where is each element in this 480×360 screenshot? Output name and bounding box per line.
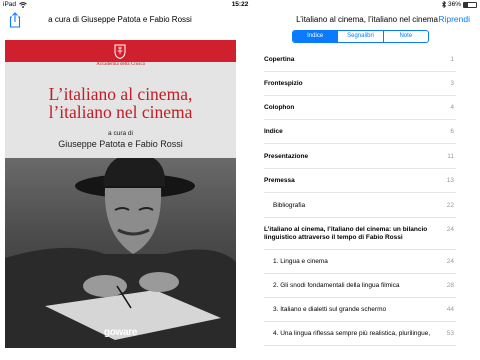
resume-button[interactable]: Riprendi	[438, 14, 470, 24]
toc-item[interactable]: L’italiano al cinema, l’italiano del cin…	[264, 218, 456, 250]
toc-page-number: 53	[446, 330, 454, 337]
toc-page-number: 3	[450, 80, 454, 87]
toc-page-number: 11	[447, 153, 454, 160]
toc-item-label: 2. Gli snodi fondamentali della lingua f…	[273, 282, 400, 289]
cover-title-line-2: l’italiano nel cinema	[48, 102, 193, 122]
toc-page-number: 1	[450, 56, 454, 63]
book-subtitle: a cura di Giuseppe Patota e Fabio Rossi	[48, 15, 192, 24]
cover-photo: goware	[5, 158, 236, 348]
cover-title-line-1: L’italiano al cinema,	[48, 84, 193, 104]
cover-title: L’italiano al cinema, l’italiano nel cin…	[5, 85, 236, 121]
battery-icon	[463, 1, 477, 8]
toc-item-label: L’italiano al cinema, l’italiano del cin…	[264, 226, 428, 241]
toc-subitem[interactable]: 2. Gli snodi fondamentali della lingua f…	[264, 274, 456, 298]
cover-authors: Giuseppe Patota e Fabio Rossi	[58, 139, 183, 149]
tab-index[interactable]: Indice	[293, 31, 339, 42]
toc-item[interactable]: Indice 6	[264, 120, 456, 144]
toc-item-label: Colophon	[264, 104, 295, 111]
toc-page-number: 6	[450, 128, 454, 135]
academy-name: Accademia della Crusca	[96, 62, 145, 67]
man-with-hat-image	[5, 158, 236, 348]
battery-percent: 36%	[447, 1, 461, 8]
table-of-contents: Copertina 1 Frontespizio 3 Colophon 4 Indic…	[264, 48, 456, 346]
right-nav-bar: L’italiano al cinema, l’italiano nel cin…	[240, 10, 480, 30]
cover-red-band: Accademia della Crusca	[5, 40, 236, 67]
toc-page-number: 22	[446, 202, 454, 209]
status-bar: iPad 15:22 36%	[0, 0, 480, 10]
clock: 15:22	[231, 1, 249, 8]
view-segmented-control: Indice Segnalibri Note	[292, 30, 429, 43]
bluetooth-icon	[442, 1, 446, 8]
cover-editors-prefix: a cura di	[108, 130, 133, 137]
toc-page-number: 24	[446, 226, 454, 233]
cover-pane: a cura di Giuseppe Patota e Fabio Rossi …	[0, 10, 240, 360]
toc-page-number: 4	[450, 104, 454, 111]
toc-item-label: Copertina	[264, 56, 295, 63]
toc-page-number: 44	[446, 306, 454, 313]
left-nav-bar: a cura di Giuseppe Patota e Fabio Rossi	[0, 10, 240, 30]
toc-item-label: Presentazione	[264, 153, 309, 160]
toc-item[interactable]: Copertina 1	[264, 48, 456, 72]
book-cover[interactable]: Accademia della Crusca L’italiano al cin…	[5, 40, 236, 348]
contents-pane: L’italiano al cinema, l’italiano nel cin…	[240, 10, 480, 360]
toc-page-number: 24	[446, 258, 454, 265]
toc-item-label: Bibliografia	[273, 202, 306, 209]
crusca-crest-icon	[114, 44, 126, 59]
toc-item-label: 1. Lingua e cinema	[273, 258, 328, 265]
toc-subitem[interactable]: Bibliografia 22	[264, 193, 456, 218]
toc-item-label: 4. Una lingua riflessa sempre più realis…	[273, 330, 431, 337]
toc-item-label: Indice	[264, 128, 283, 135]
toc-page-number: 13	[446, 177, 454, 184]
toc-item[interactable]: Frontespizio 3	[264, 72, 456, 96]
tab-notes[interactable]: Note	[384, 31, 428, 42]
toc-item[interactable]: Premessa 13	[264, 169, 456, 193]
publisher-logo: goware	[103, 327, 138, 338]
tab-bookmarks[interactable]: Segnalibri	[338, 31, 384, 42]
toc-item-label: Frontespizio	[264, 80, 303, 87]
toc-subitem[interactable]: 1. Lingua e cinema 24	[264, 250, 456, 274]
toc-item[interactable]: Colophon 4	[264, 96, 456, 120]
toc-item[interactable]: Presentazione 11	[264, 144, 456, 169]
toc-page-number: 28	[446, 282, 454, 289]
toc-item-label: Premessa	[264, 177, 295, 184]
toc-item-label: 3. Italiano e dialetti sul grande scherm…	[273, 306, 387, 313]
toc-subitem[interactable]: 3. Italiano e dialetti sul grande scherm…	[264, 298, 456, 322]
toc-subitem[interactable]: 4. Una lingua riflessa sempre più realis…	[264, 322, 456, 346]
book-title: L’italiano al cinema, l’italiano nel cin…	[296, 15, 438, 24]
